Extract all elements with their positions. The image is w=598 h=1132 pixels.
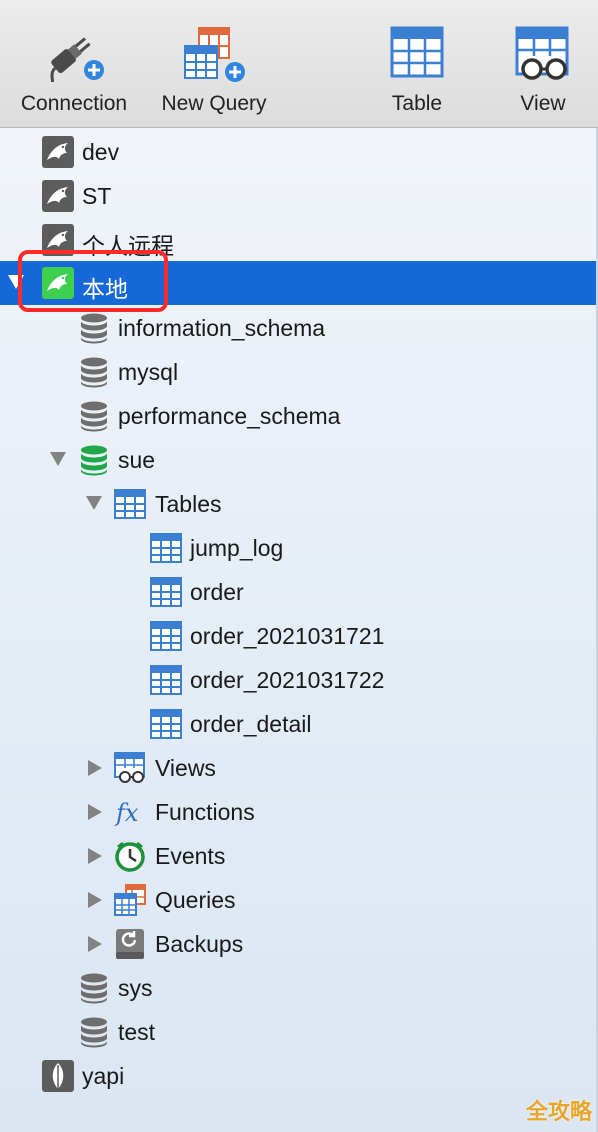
table-label: order_detail [190,711,312,737]
database-icon [78,1016,110,1048]
group-label: Views [155,755,216,781]
group-label: Backups [155,931,244,957]
plug-icon [50,37,104,82]
table-icon [150,532,182,564]
database-label: sue [118,447,156,473]
database-label: test [118,1019,156,1045]
tree-group-backups[interactable]: Backups [0,922,598,966]
tree-database-sue[interactable]: sue [0,438,598,482]
group-label: Events [155,843,226,869]
database-label: performance_schema [118,403,341,429]
tree-connection-yapi[interactable]: yapi [0,1054,598,1098]
tree-database-mysql[interactable]: mysql [0,350,598,394]
database-icon [78,972,110,1004]
database-icon [78,312,110,344]
tree-database-test[interactable]: test [0,1010,598,1054]
tree-group-queries[interactable]: Queries [0,878,598,922]
tree-group-views[interactable]: Views [0,746,598,790]
table-button[interactable]: Table [386,26,448,115]
new-query-icon [184,27,245,82]
disclosure-triangle-collapsed[interactable] [88,936,102,952]
view-icon [114,752,145,783]
mysql-dolphin-icon [42,136,74,168]
disclosure-triangle-collapsed[interactable] [88,892,102,908]
mongodb-leaf-icon [42,1060,74,1092]
table-icon [150,576,182,608]
connection-label: ST [82,183,112,209]
connection-label: Connection [20,92,128,115]
connection-label: yapi [82,1063,125,1089]
database-icon [78,356,110,388]
disclosure-triangle-collapsed[interactable] [88,848,102,864]
new-query-button[interactable]: New Query [161,26,267,115]
watermark-text: 全攻略 [525,1099,592,1124]
disclosure-triangle-expanded[interactable] [86,496,102,510]
tree-connection-dev[interactable]: dev [0,130,598,174]
function-icon: fx [114,799,139,827]
table-label: order_2021031721 [190,623,385,649]
disclosure-triangle-expanded[interactable] [50,452,66,466]
table-label: Table [391,92,443,115]
table-icon [150,620,182,652]
table-icon [390,26,444,78]
database-label: information_schema [118,315,326,341]
database-label: sys [118,975,153,1001]
backup-icon [116,929,144,959]
tree-table-row[interactable]: order_2021031721 [0,614,598,658]
disclosure-triangle-collapsed[interactable] [88,760,102,776]
database-icon [78,444,110,476]
main-toolbar: Connection New Query Table View [0,0,598,128]
connection-label: dev [82,139,120,165]
tree-table-row[interactable]: order_2021031722 [0,658,598,702]
table-icon [150,664,182,696]
new-query-label: New Query [161,92,267,115]
group-label: Queries [155,887,236,913]
table-icon [114,488,146,520]
disclosure-triangle-collapsed[interactable] [88,804,102,820]
tree-table-row[interactable]: order [0,570,598,614]
tree-group-events[interactable]: Events [0,834,598,878]
database-icon [78,400,110,432]
view-icon [515,26,569,80]
tree-group-tables[interactable]: Tables [0,482,598,526]
table-label: jump_log [190,535,284,561]
tree-database-information-schema[interactable]: information_schema [0,306,598,350]
tree-table-row[interactable]: order_detail [0,702,598,746]
clock-icon [115,841,145,872]
tree-database-performance-schema[interactable]: performance_schema [0,394,598,438]
view-button[interactable]: View [512,26,574,115]
database-label: mysql [118,359,179,385]
tree-group-functions[interactable]: fx Functions [0,790,598,834]
connection-button[interactable]: Connection [21,26,127,115]
annotation-highlight-box [18,250,168,312]
tree-table-row[interactable]: jump_log [0,526,598,570]
group-label: Functions [155,799,255,825]
table-icon [150,708,182,740]
tree-connection-st[interactable]: ST [0,174,598,218]
mysql-dolphin-icon [42,180,74,212]
svg-text:fx: fx [114,799,139,827]
view-label: View [520,92,566,115]
tree-database-sys[interactable]: sys [0,966,598,1010]
query-icon [114,884,146,916]
table-label: order [190,579,244,605]
group-label: Tables [155,491,222,517]
table-label: order_2021031722 [190,667,385,693]
